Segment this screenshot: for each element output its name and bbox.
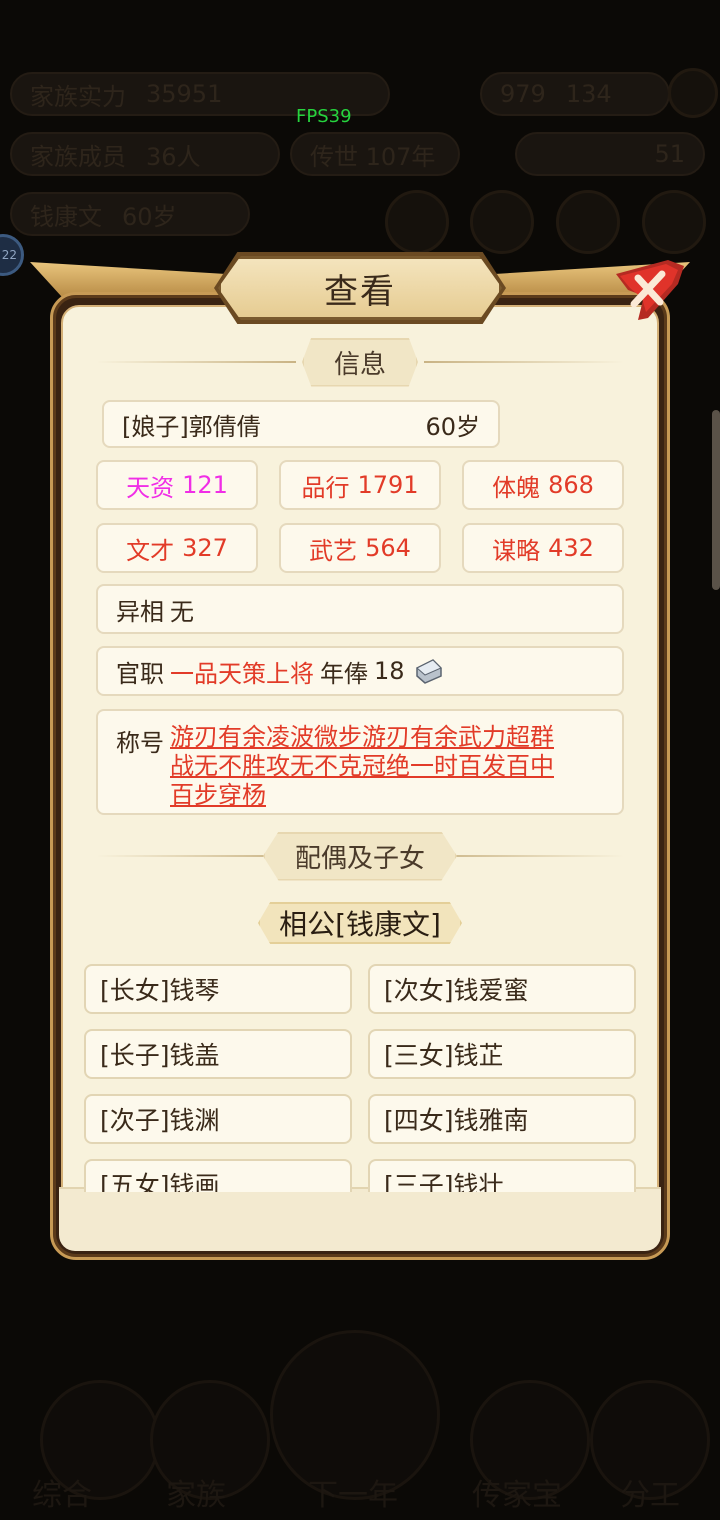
stat-label: 品行 <box>301 473 350 502</box>
bg-value: 传世 107年 <box>310 142 436 171</box>
bg-label: 钱康文 <box>30 202 102 231</box>
family-header-label: 配偶及子女 <box>262 831 457 881</box>
stat-value: 1791 <box>357 471 419 499</box>
silver-ingot-icon <box>415 659 442 684</box>
child-item[interactable]: [三子]钱壮 <box>368 1159 636 1192</box>
bg-patriarch: 钱康文 60岁 <box>10 192 250 236</box>
stat-value: 432 <box>548 534 594 562</box>
bg-value: 60岁 <box>122 202 177 231</box>
bg-menu-icon <box>556 190 620 254</box>
bg-gold: 51 <box>515 132 705 176</box>
honorific-row: 称号 游刃有余凌波微步游刃有余武力超群 战无不胜攻无不克冠绝一时百发百中 百步穿… <box>96 709 624 815</box>
family-section-header: 配偶及子女 <box>96 831 624 881</box>
child-item[interactable]: [四女]钱雅南 <box>368 1094 636 1144</box>
person-name: [娘子]郭倩倩 <box>122 412 261 441</box>
close-icon[interactable] <box>608 256 688 326</box>
bg-value: 979 <box>500 80 546 108</box>
divider <box>96 361 296 363</box>
stat-value: 868 <box>548 471 594 499</box>
trait-row: 异相 无 <box>96 584 624 634</box>
child-item[interactable]: [长女]钱琴 <box>84 964 352 1014</box>
stat-value: 327 <box>182 534 228 562</box>
info-section-header: 信息 <box>96 337 624 387</box>
bg-tab-label: 分工 <box>620 1478 680 1513</box>
stat-conduct: 品行 1791 <box>279 460 441 510</box>
bg-tab-label: 传家宝 <box>472 1478 562 1513</box>
spouse-label[interactable]: 相公[钱康文] <box>258 902 462 944</box>
stat-literary: 文才 327 <box>96 523 258 573</box>
level-badge-text: 22 <box>1 248 17 262</box>
dialog-title: 查看 <box>218 256 502 320</box>
bg-generations: 传世 107年 <box>290 132 460 176</box>
person-name-row: [娘子]郭倩倩 60岁 <box>102 400 500 448</box>
child-item[interactable]: [次女]钱爱蜜 <box>368 964 636 1014</box>
honorific-label: 称号 <box>116 729 164 757</box>
stat-physique: 体魄 868 <box>462 460 624 510</box>
stat-label: 谋略 <box>492 536 541 565</box>
stat-talent: 天资 121 <box>96 460 258 510</box>
bg-tab-label: 家族 <box>166 1478 226 1513</box>
bg-value: 51 <box>654 140 685 168</box>
bg-currency: 979 134 <box>480 72 670 116</box>
info-header-label: 信息 <box>301 337 418 387</box>
divider <box>424 361 624 363</box>
honorific-list: 游刃有余凌波微步游刃有余武力超群 战无不胜攻无不克冠绝一时百发百中 百步穿杨 <box>170 723 554 810</box>
bg-help-icon <box>668 68 718 118</box>
person-age: 60岁 <box>425 412 480 441</box>
stat-value: 564 <box>365 534 411 562</box>
trait-label: 异相 <box>116 597 164 626</box>
bg-members: 家族成员 36人 <box>10 132 280 176</box>
stat-martial: 武艺 564 <box>279 523 441 573</box>
bg-tab-label: 综合 <box>32 1478 92 1513</box>
bg-menu-icon <box>642 190 706 254</box>
stat-label: 武艺 <box>309 536 358 565</box>
bg-value: 36人 <box>146 142 201 171</box>
bg-label: 家族成员 <box>30 142 126 171</box>
salary-value: 18 <box>374 657 405 685</box>
bg-tab-label: 下一年 <box>308 1478 398 1513</box>
honorific-line[interactable]: 百步穿杨 <box>170 781 554 810</box>
stat-label: 体魄 <box>492 473 541 502</box>
stat-strategy: 谋略 432 <box>462 523 624 573</box>
office-value: 一品天策上将 <box>170 659 314 688</box>
honorific-line[interactable]: 游刃有余凌波微步游刃有余武力超群 <box>170 723 554 752</box>
trait-value: 无 <box>170 597 194 626</box>
fps-counter: FPS39 <box>296 106 352 127</box>
children-list[interactable]: [长女]钱琴 [次女]钱爱蜜 [长子]钱盖 [三女]钱芷 [次子]钱渊 [四女]… <box>82 960 638 1192</box>
bg-label: 家族实力 <box>30 82 126 111</box>
level-badge: 22 <box>0 234 24 276</box>
child-item[interactable]: [三女]钱芷 <box>368 1029 636 1079</box>
stat-label: 文才 <box>126 536 175 565</box>
salary-label: 年俸 <box>320 659 368 688</box>
dialog-footer <box>59 1187 661 1251</box>
bg-menu-icon <box>470 190 534 254</box>
office-row: 官职 一品天策上将 年俸 18 <box>96 646 624 696</box>
office-label: 官职 <box>116 659 164 688</box>
honorific-line[interactable]: 战无不胜攻无不克冠绝一时百发百中 <box>170 752 554 781</box>
stat-value: 121 <box>182 471 228 499</box>
scrollbar[interactable] <box>712 410 720 590</box>
child-item[interactable]: [次子]钱渊 <box>84 1094 352 1144</box>
bg-menu-icon <box>385 190 449 254</box>
bg-value: 35951 <box>146 80 223 108</box>
child-item[interactable]: [长子]钱盖 <box>84 1029 352 1079</box>
bg-value: 134 <box>565 80 612 108</box>
stat-label: 天资 <box>126 473 175 502</box>
child-item[interactable]: [五女]钱画 <box>84 1159 352 1192</box>
